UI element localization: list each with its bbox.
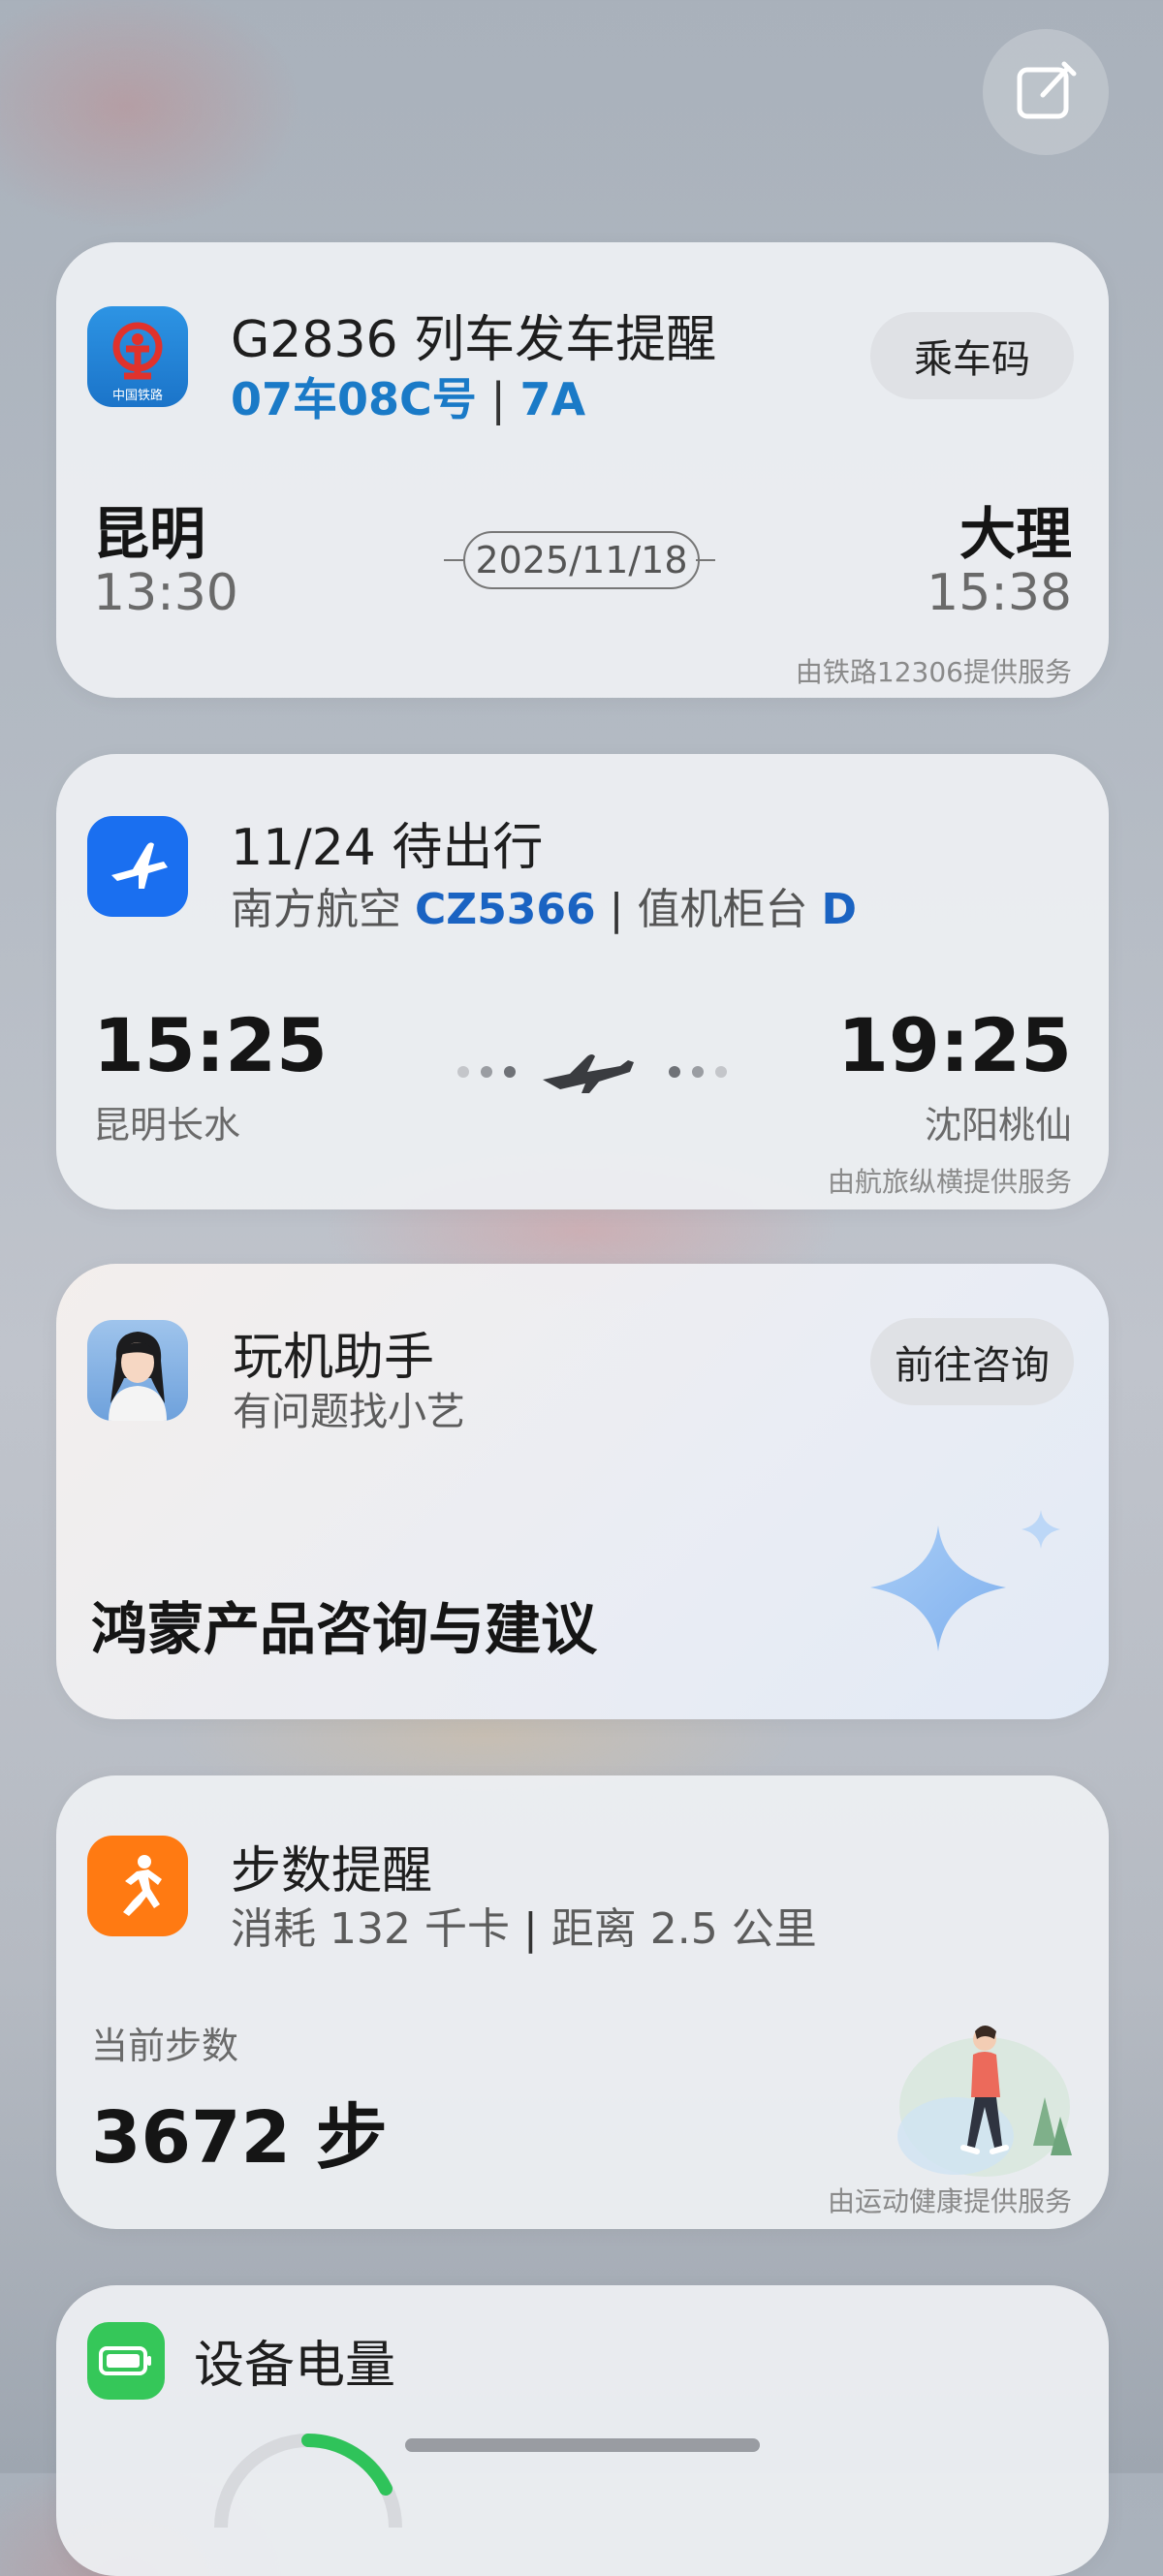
railway-app-icon: 中国铁路 [87, 306, 188, 407]
assistant-card[interactable]: 玩机助手 有问题找小艺 前往咨询 鸿蒙产品咨询与建议 [56, 1264, 1109, 1719]
train-to-time: 15:38 [927, 564, 1072, 622]
train-provider: 由铁路12306提供服务 [795, 656, 1072, 688]
current-steps-count: 3672 步 [91, 2096, 388, 2180]
flight-reminder-card[interactable]: 11/24 待出行 南方航空 CZ5366 | 值机柜台 D 15:25 昆明长… [56, 754, 1109, 1209]
checkin-counter-label: 值机柜台 [637, 885, 808, 934]
home-indicator[interactable] [405, 2438, 760, 2452]
connector-line-left [444, 559, 463, 561]
edit-icon [1017, 61, 1077, 119]
flight-info: 南方航空 CZ5366 | 值机柜台 D [231, 874, 857, 936]
consult-button[interactable]: 前往咨询 [870, 1318, 1074, 1405]
battery-title: 设备电量 [194, 2337, 396, 2395]
device-battery-card[interactable]: 设备电量 [56, 2285, 1109, 2576]
battery-app-icon [87, 2322, 165, 2400]
flight-app-icon [87, 816, 188, 917]
flight-airline: 南方航空 [231, 885, 401, 934]
flight-departure-time: 15:25 [93, 1002, 328, 1088]
flight-departure-airport: 昆明长水 [93, 1104, 241, 1147]
steps-distance: 距离 2.5 公里 [550, 1904, 817, 1954]
steps-stats-separator: | [522, 1904, 538, 1954]
train-date-pill: 2025/11/18 [463, 531, 700, 589]
train-title: G2836 列车发车提醒 [231, 311, 717, 369]
steps-title: 步数提醒 [231, 1842, 433, 1901]
assistant-title: 玩机助手 [233, 1329, 435, 1387]
train-seat-separator: | [490, 373, 506, 425]
train-from-city: 昆明 [93, 501, 206, 567]
flight-info-separator: | [609, 885, 624, 934]
railway-icon-caption: 中国铁路 [112, 388, 163, 403]
train-to-city: 大理 [959, 501, 1072, 567]
flight-provider: 由航旅纵横提供服务 [827, 1166, 1072, 1198]
steps-calories: 消耗 132 千卡 [231, 1904, 510, 1954]
train-from-time: 13:30 [93, 564, 238, 622]
train-seat-number: 7A [519, 373, 586, 425]
steps-reminder-card[interactable]: 步数提醒 消耗 132 千卡 | 距离 2.5 公里 当前步数 3672 步 由… [56, 1775, 1109, 2229]
flight-number: CZ5366 [415, 885, 596, 934]
running-icon [123, 1855, 162, 1916]
train-date-connector: 2025/11/18 [444, 531, 715, 589]
airplane-icon [111, 842, 168, 889]
health-app-icon [87, 1836, 188, 1936]
assistant-avatar-icon [109, 1332, 167, 1421]
assistant-subtitle: 有问题找小艺 [233, 1390, 465, 1434]
walking-person-illustration [897, 2026, 1072, 2177]
route-plane-icon [457, 1054, 727, 1093]
steps-stats: 消耗 132 千卡 | 距离 2.5 公里 [231, 1894, 817, 1956]
battery-icon [99, 2346, 151, 2375]
flight-arrival-airport: 沈阳桃仙 [924, 1104, 1072, 1147]
flight-title: 11/24 待出行 [231, 819, 544, 877]
train-seat-info: 07车08C号 | 7A [231, 364, 585, 428]
sparkle-icon [870, 1510, 1060, 1651]
assistant-headline: 鸿蒙产品咨询与建议 [91, 1596, 598, 1662]
assistant-avatar [87, 1320, 188, 1421]
train-date: 2025/11/18 [475, 539, 688, 581]
train-reminder-card[interactable]: 中国铁路 G2836 列车发车提醒 07车08C号 | 7A 乘车码 昆明 13… [56, 242, 1109, 698]
edit-widgets-button[interactable] [983, 29, 1109, 155]
flight-route-indicator [454, 1043, 735, 1101]
boarding-code-button[interactable]: 乘车码 [870, 312, 1074, 399]
china-railway-logo-icon: 中国铁路 [112, 322, 163, 403]
current-steps-label: 当前步数 [91, 2025, 239, 2067]
steps-provider: 由运动健康提供服务 [827, 2185, 1072, 2217]
connector-line-right [696, 559, 715, 561]
battery-ring [214, 2434, 402, 2528]
checkin-counter: D [821, 885, 858, 934]
train-car-seat: 07车08C号 [231, 373, 477, 425]
flight-arrival-time: 19:25 [837, 1002, 1072, 1088]
